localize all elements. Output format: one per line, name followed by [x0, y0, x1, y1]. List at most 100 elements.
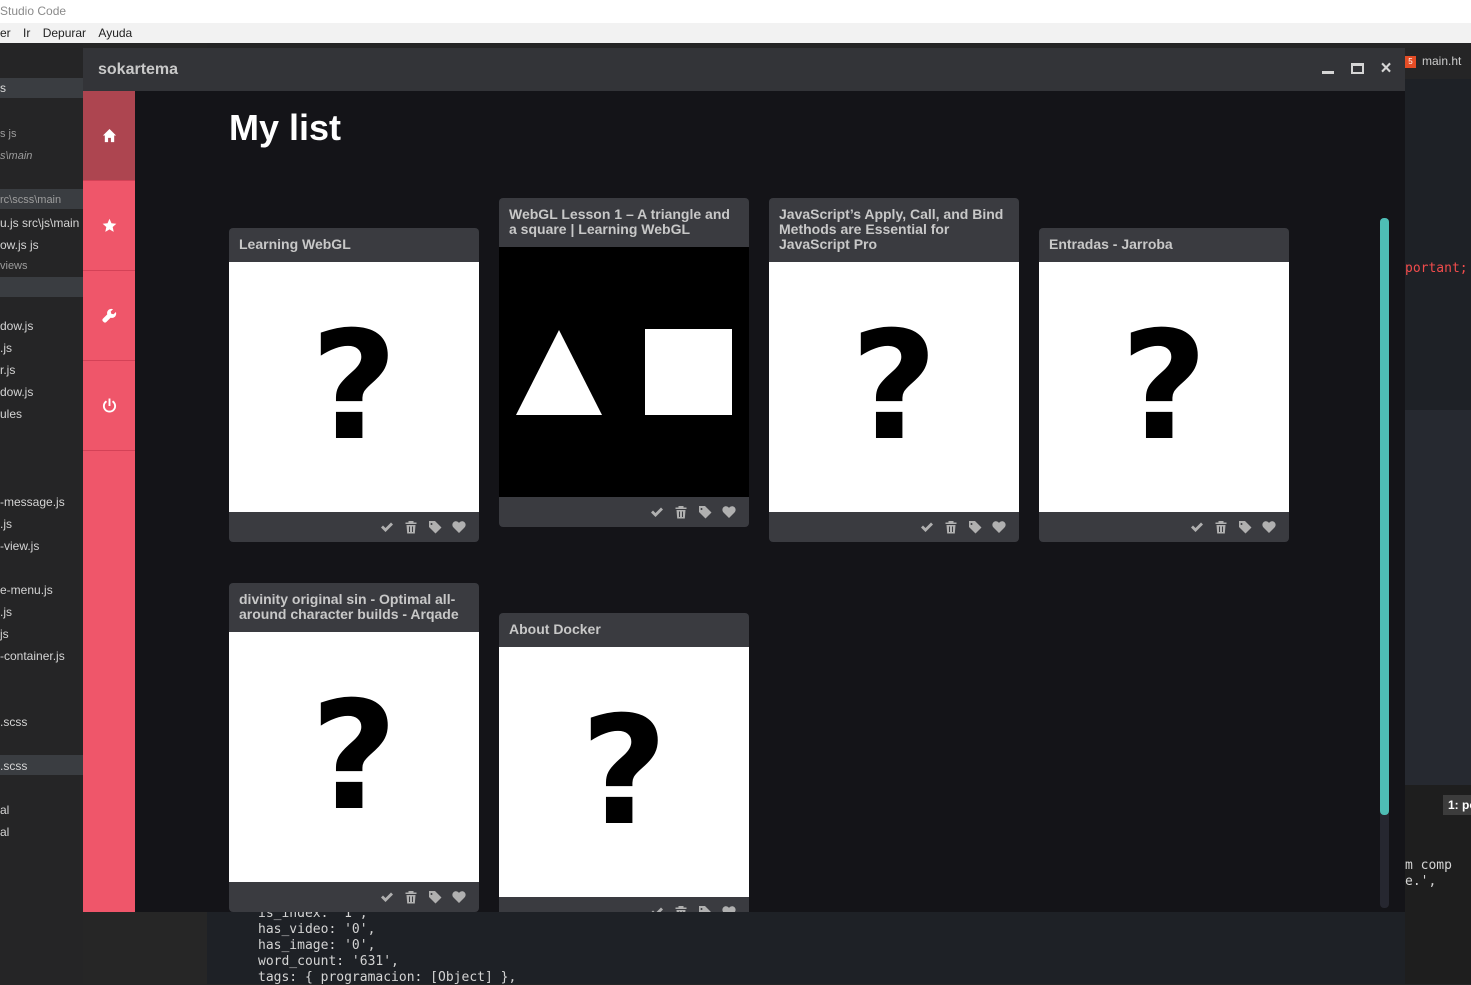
tag-icon[interactable]	[428, 520, 442, 534]
card-1[interactable]: Learning WebGL ?	[229, 228, 479, 542]
vscode-explorer: s s js s\main rc\scss\main u.js src\js\main…	[0, 43, 83, 984]
explorer-file[interactable]: -view.js	[0, 539, 39, 553]
nav-home[interactable]	[83, 91, 135, 181]
explorer-file[interactable]: -message.js	[0, 495, 65, 509]
explorer-file[interactable]: -container.js	[0, 649, 65, 663]
nav-favorites[interactable]	[83, 181, 135, 271]
tag-icon[interactable]	[698, 905, 712, 912]
home-icon	[102, 128, 116, 143]
card-thumbnail[interactable]: ?	[229, 262, 479, 512]
card-title[interactable]: About Docker	[499, 613, 749, 647]
explorer-file[interactable]: e-menu.js	[0, 583, 53, 597]
code-fragment: portant;	[1405, 261, 1468, 276]
card-title[interactable]: Learning WebGL	[229, 228, 479, 262]
card-5[interactable]: divinity original sin - Optimal all-arou…	[229, 583, 479, 912]
menu-item-ir[interactable]: Ir	[23, 23, 30, 43]
side-nav	[83, 91, 135, 912]
html5-icon: 5	[1405, 55, 1416, 68]
trash-icon[interactable]	[674, 905, 688, 912]
tag-icon[interactable]	[698, 505, 712, 519]
card-thumbnail[interactable]	[499, 247, 749, 497]
card-6[interactable]: About Docker ?	[499, 613, 749, 912]
page-title: My list	[229, 107, 342, 148]
card-actions	[229, 882, 479, 912]
explorer-file[interactable]: dow.js	[0, 319, 33, 333]
app-title-bar[interactable]: sokartema ×	[83, 48, 1405, 91]
terminal-line: m comp	[1405, 858, 1452, 873]
explorer-file[interactable]: ow.js js	[0, 238, 39, 252]
card-actions	[499, 497, 749, 527]
card-thumbnail[interactable]: ?	[769, 262, 1019, 512]
check-icon[interactable]	[1190, 520, 1204, 534]
vscode-title: Studio Code	[0, 4, 67, 18]
heart-icon[interactable]	[452, 890, 466, 904]
scrollbar-track[interactable]	[1380, 218, 1389, 908]
explorer-file[interactable]: .scss	[0, 715, 27, 729]
explorer-file[interactable]: .scss	[0, 759, 27, 773]
card-4[interactable]: Entradas - Jarroba ?	[1039, 228, 1289, 542]
nav-power[interactable]	[83, 361, 135, 451]
card-actions	[499, 897, 749, 912]
card-thumbnail[interactable]: ?	[229, 632, 479, 882]
explorer-file[interactable]: ules	[0, 407, 22, 421]
menu-item-partial[interactable]: er	[0, 23, 11, 43]
minimize-button[interactable]	[1318, 59, 1338, 79]
explorer-file[interactable]: al	[0, 803, 9, 817]
card-title[interactable]: divinity original sin - Optimal all-arou…	[229, 583, 479, 632]
menu-item-depurar[interactable]: Depurar	[43, 23, 86, 43]
check-icon[interactable]	[650, 505, 664, 519]
close-button[interactable]: ×	[1376, 59, 1396, 79]
check-icon[interactable]	[650, 905, 664, 912]
card-3[interactable]: JavaScript’s Apply, Call, and Bind Metho…	[769, 198, 1019, 542]
code-line: has_image: '0',	[258, 938, 376, 953]
card-title[interactable]: WebGL Lesson 1 – A triangle and a square…	[499, 198, 749, 247]
trash-icon[interactable]	[944, 520, 958, 534]
explorer-file[interactable]: al	[0, 825, 9, 839]
explorer-section-header[interactable]	[0, 277, 83, 297]
maximize-button[interactable]	[1348, 59, 1368, 79]
card-title[interactable]: Entradas - Jarroba	[1039, 228, 1289, 262]
check-icon[interactable]	[380, 890, 394, 904]
tag-icon[interactable]	[428, 890, 442, 904]
explorer-file[interactable]: r.js	[0, 363, 15, 377]
explorer-file[interactable]: s\main	[0, 150, 32, 162]
vscode-tab-main-html[interactable]: 5 main.ht	[1405, 50, 1461, 72]
explorer-file[interactable]: u.js src\js\main	[0, 216, 79, 230]
tag-icon[interactable]	[968, 520, 982, 534]
code-line: tags: { programacion: [Object] },	[258, 970, 517, 985]
card-2[interactable]: WebGL Lesson 1 – A triangle and a square…	[499, 198, 749, 527]
card-actions	[769, 512, 1019, 542]
terminal-line: e.',	[1405, 874, 1437, 889]
explorer-file[interactable]: js	[0, 627, 9, 641]
explorer-file[interactable]: views	[0, 260, 28, 272]
heart-icon[interactable]	[722, 505, 736, 519]
check-icon[interactable]	[380, 520, 394, 534]
explorer-file[interactable]: .js	[0, 517, 12, 531]
trash-icon[interactable]	[404, 890, 418, 904]
card-thumbnail[interactable]: ?	[1039, 262, 1289, 512]
explorer-file[interactable]: .js	[0, 341, 12, 355]
trash-icon[interactable]	[1214, 520, 1228, 534]
heart-icon[interactable]	[992, 520, 1006, 534]
explorer-file[interactable]: s js	[0, 128, 17, 140]
nav-settings[interactable]	[83, 271, 135, 361]
terminal-selector[interactable]: 1: po	[1443, 795, 1471, 815]
explorer-file[interactable]: rc\scss\main	[0, 194, 61, 206]
menu-item-ayuda[interactable]: Ayuda	[98, 23, 132, 43]
tag-icon[interactable]	[1238, 520, 1252, 534]
trash-icon[interactable]	[674, 505, 688, 519]
card-title[interactable]: JavaScript’s Apply, Call, and Bind Metho…	[769, 198, 1019, 262]
vscode-panel	[1405, 410, 1471, 785]
explorer-section-header[interactable]: s	[0, 78, 83, 98]
scrollbar-thumb[interactable]	[1380, 218, 1389, 815]
heart-icon[interactable]	[722, 905, 736, 912]
heart-icon[interactable]	[1262, 520, 1276, 534]
card-thumbnail[interactable]: ?	[499, 647, 749, 897]
question-mark-icon: ?	[850, 300, 938, 474]
explorer-file[interactable]: dow.js	[0, 385, 33, 399]
trash-icon[interactable]	[404, 520, 418, 534]
heart-icon[interactable]	[452, 520, 466, 534]
check-icon[interactable]	[920, 520, 934, 534]
explorer-file[interactable]: .js	[0, 605, 12, 619]
star-icon	[102, 218, 116, 232]
